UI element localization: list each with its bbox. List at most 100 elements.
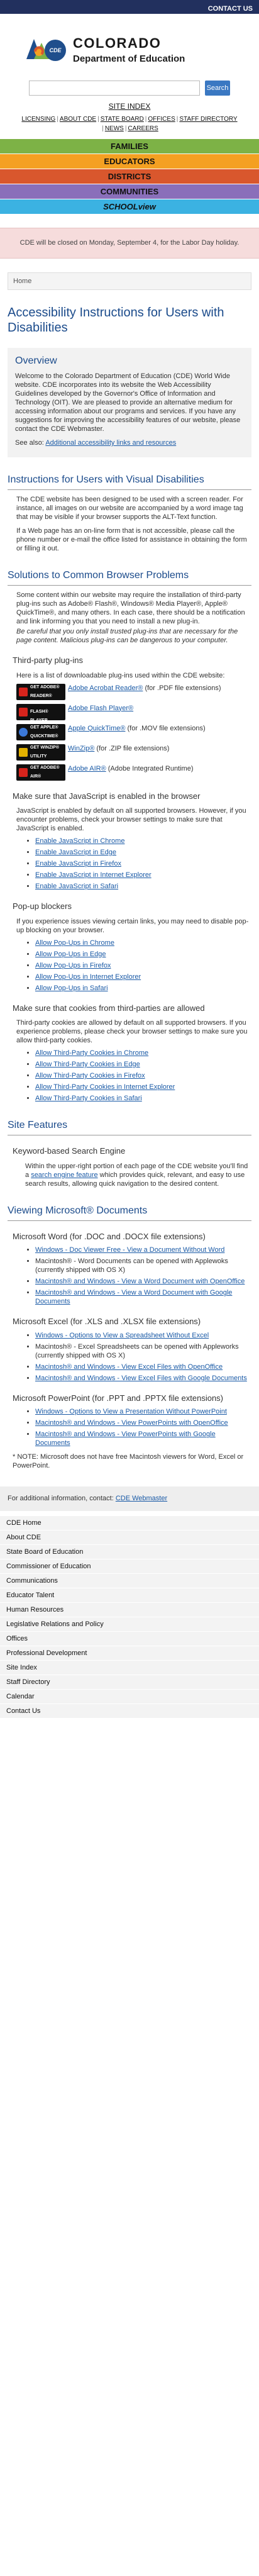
footer-link-cde-home[interactable]: CDE Home xyxy=(0,1516,259,1531)
js-link-firefox[interactable]: Enable JavaScript in Firefox xyxy=(35,860,121,867)
cookies-link-firefox[interactable]: Allow Third-Party Cookies in Firefox xyxy=(35,1072,145,1079)
nav-districts[interactable]: DISTRICTS xyxy=(0,168,259,184)
popup-link-edge[interactable]: Allow Pop-Ups in Edge xyxy=(35,951,106,958)
cookies-link-ie[interactable]: Allow Third-Party Cookies in Internet Ex… xyxy=(35,1083,175,1091)
ppt-link-google[interactable]: Macintosh® and Windows - View PowerPoint… xyxy=(35,1430,216,1447)
plugins-intro: Here is a list of downloadable plug-ins … xyxy=(16,671,225,679)
webmaster-link[interactable]: CDE Webmaster xyxy=(116,1495,167,1502)
brand-subtitle: Department of Education xyxy=(73,53,185,64)
plugin-suffix: (Adobe Integrated Runtime) xyxy=(106,764,194,772)
word-link-windows[interactable]: Windows - Doc Viewer Free - View a Docum… xyxy=(35,1246,224,1254)
nav-schoolview[interactable]: SCHOOLview xyxy=(0,198,259,214)
plugin-desc: Adobe AIR® (Adobe Integrated Runtime) xyxy=(68,764,194,781)
footer-link-prof-dev[interactable]: Professional Development xyxy=(0,1646,259,1661)
list-item: Macintosh® and Windows - View Excel File… xyxy=(35,1374,251,1383)
nav-communities[interactable]: COMMUNITIES xyxy=(0,183,259,199)
util-link-news[interactable]: NEWS xyxy=(105,125,124,132)
plugin-link-reader[interactable]: Adobe Acrobat Reader® xyxy=(68,684,143,692)
list-item: Macintosh® and Windows - View a Word Doc… xyxy=(35,1288,251,1306)
nav-educators[interactable]: EDUCATORS xyxy=(0,153,259,169)
browser-heading: Solutions to Common Browser Problems xyxy=(8,569,189,581)
js-link-safari[interactable]: Enable JavaScript in Safari xyxy=(35,883,118,890)
page-title: Accessibility Instructions for Users wit… xyxy=(8,306,224,335)
plugin-desc: Adobe Acrobat Reader® (for .PDF file ext… xyxy=(68,684,221,700)
cookies-link-safari[interactable]: Allow Third-Party Cookies in Safari xyxy=(35,1095,142,1102)
winzip-badge-icon[interactable]: GET WINZIP® UTILITY xyxy=(16,744,65,761)
plugin-link-winzip[interactable]: WinZip® xyxy=(68,745,94,752)
popup-link-safari[interactable]: Allow Pop-Ups in Safari xyxy=(35,984,108,992)
word-heading: Microsoft Word (for .DOC and .DOCX file … xyxy=(13,1231,206,1241)
footer-link-state-board[interactable]: State Board of Education xyxy=(0,1545,259,1560)
js-link-ie[interactable]: Enable JavaScript in Internet Explorer xyxy=(35,871,152,879)
cde-badge-text: CDE xyxy=(49,47,62,53)
search-button[interactable]: Search xyxy=(205,81,230,96)
cookies-link-chrome[interactable]: Allow Third-Party Cookies in Chrome xyxy=(35,1049,148,1057)
quicktime-badge-icon[interactable]: GET APPLE® QUICKTIME® xyxy=(16,723,65,740)
breadcrumb: Home xyxy=(8,272,251,291)
search-input[interactable] xyxy=(29,81,200,96)
plugin-suffix: (for .PDF file extensions) xyxy=(143,684,221,692)
plugin-symbol-icon xyxy=(19,707,28,716)
popup-link-firefox[interactable]: Allow Pop-Ups in Firefox xyxy=(35,962,111,969)
js-link-chrome[interactable]: Enable JavaScript in Chrome xyxy=(35,837,124,845)
footer-link-commissioner[interactable]: Commissioner of Education xyxy=(0,1559,259,1575)
util-link-offices[interactable]: OFFICES xyxy=(148,116,175,123)
closure-alert: CDE will be closed on Monday, September … xyxy=(0,227,259,259)
footer-link-staff-directory[interactable]: Staff Directory xyxy=(0,1675,259,1690)
excel-link-google[interactable]: Macintosh® and Windows - View Excel File… xyxy=(35,1374,247,1382)
header-logo[interactable]: CDE COLORADO Department of Education xyxy=(0,14,259,74)
ppt-link-windows[interactable]: Windows - Options to View a Presentation… xyxy=(35,1408,227,1415)
popup-link-ie[interactable]: Allow Pop-Ups in Internet Explorer xyxy=(35,973,141,981)
cookies-link-edge[interactable]: Allow Third-Party Cookies in Edge xyxy=(35,1061,140,1068)
footer-link-site-index[interactable]: Site Index xyxy=(0,1661,259,1676)
util-link-staff-directory[interactable]: STAFF DIRECTORY xyxy=(179,116,237,123)
js-link-edge[interactable]: Enable JavaScript in Edge xyxy=(35,849,116,856)
list-item: Macintosh® - Word Documents can be opene… xyxy=(35,1257,251,1274)
plugin-badge-text: GET APPLE® QUICKTIME® xyxy=(30,725,58,739)
popup-text: If you experience issues viewing certain… xyxy=(16,917,249,934)
footer-link-offices[interactable]: Offices xyxy=(0,1632,259,1647)
footer-link-educator-talent[interactable]: Educator Talent xyxy=(0,1588,259,1603)
plugin-badge-text: GET WINZIP® UTILITY xyxy=(30,745,59,759)
plugin-link-flash[interactable]: Adobe Flash Player® xyxy=(68,705,133,712)
adobe-air-badge-icon[interactable]: GET ADOBE® AIR® xyxy=(16,764,65,781)
excel-link-windows[interactable]: Windows - Options to View a Spreadsheet … xyxy=(35,1332,209,1339)
site-index-link[interactable]: SITE INDEX xyxy=(109,102,151,111)
footer-link-legislative[interactable]: Legislative Relations and Policy xyxy=(0,1617,259,1632)
list-item: Allow Pop-Ups in Internet Explorer xyxy=(35,973,251,981)
contact-us-link[interactable]: CONTACT US xyxy=(208,5,253,13)
util-link-careers[interactable]: CAREERS xyxy=(128,125,158,132)
footer-link-calendar[interactable]: Calendar xyxy=(0,1690,259,1705)
footer-link-about[interactable]: About CDE xyxy=(0,1531,259,1546)
util-link-licensing[interactable]: LICENSING xyxy=(21,116,55,123)
list-item: Enable JavaScript in Safari xyxy=(35,882,251,891)
util-link-state-board[interactable]: STATE BOARD xyxy=(101,116,144,123)
excel-link-openoffice[interactable]: Macintosh® and Windows - View Excel File… xyxy=(35,1363,223,1371)
powerpoint-list: Windows - Options to View a Presentation… xyxy=(35,1407,251,1447)
popup-link-chrome[interactable]: Allow Pop-Ups in Chrome xyxy=(35,939,114,947)
search-engine-link[interactable]: search engine feature xyxy=(31,1171,97,1179)
see-also-link[interactable]: Additional accessibility links and resou… xyxy=(45,439,176,447)
list-item: Allow Third-Party Cookies in Chrome xyxy=(35,1049,251,1057)
plugin-link-quicktime[interactable]: Apple QuickTime® xyxy=(68,725,125,732)
word-link-google[interactable]: Macintosh® and Windows - View a Word Doc… xyxy=(35,1289,232,1305)
word-link-openoffice[interactable]: Macintosh® and Windows - View a Word Doc… xyxy=(35,1278,245,1285)
list-item: Macintosh® and Windows - View Excel File… xyxy=(35,1363,251,1371)
breadcrumb-home[interactable]: Home xyxy=(13,277,31,285)
plugin-item: GET ADOBE® READER® Adobe Acrobat Reader®… xyxy=(16,683,251,700)
plugin-symbol-icon xyxy=(19,727,28,737)
flash-player-badge-icon[interactable]: GET ADOBE® FLASH® PLAYER xyxy=(16,701,65,723)
footer-link-human-resources[interactable]: Human Resources xyxy=(0,1603,259,1618)
util-link-about[interactable]: ABOUT CDE xyxy=(60,116,96,123)
nav-families[interactable]: FAMILIES xyxy=(0,138,259,153)
footer-link-communications[interactable]: Communications xyxy=(0,1574,259,1589)
plugin-link-air[interactable]: Adobe AIR® xyxy=(68,765,106,772)
ppt-link-openoffice[interactable]: Macintosh® and Windows - View PowerPoint… xyxy=(35,1419,228,1427)
list-item: Allow Third-Party Cookies in Edge xyxy=(35,1060,251,1069)
footer-link-contact[interactable]: Contact Us xyxy=(0,1704,259,1719)
list-item: Windows - Options to View a Spreadsheet … xyxy=(35,1331,251,1340)
adobe-reader-badge-icon[interactable]: GET ADOBE® READER® xyxy=(16,683,65,700)
visual-text-2: If a Web page has an on-line form that i… xyxy=(16,527,247,552)
plugin-desc: Apple QuickTime® (for .MOV file extensio… xyxy=(68,724,206,740)
plugin-badge-text: GET ADOBE® AIR® xyxy=(30,765,60,779)
